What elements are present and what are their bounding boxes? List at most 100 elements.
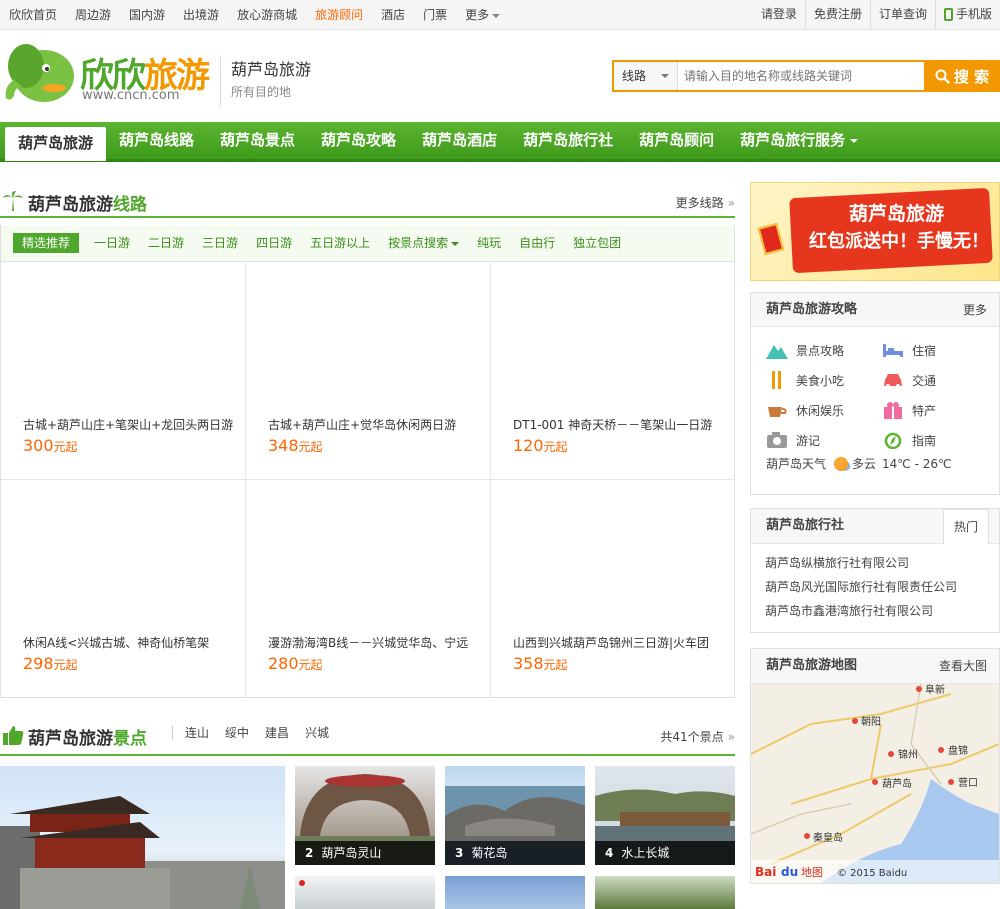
destination-map[interactable]: 阜新 朝阳 锦州 盘锦 葫芦岛 营口 秦皇岛 Bai du 地图 © 2015 … — [751, 684, 999, 883]
filter-2day[interactable]: 二日游 — [139, 233, 193, 253]
map-city-label: 营口 — [958, 776, 978, 789]
logo-url: www.cncn.com — [82, 88, 180, 103]
route-name[interactable]: 古城+葫芦山庄+觉华岛休闲两日游 — [268, 416, 478, 433]
agency-link[interactable]: 葫芦岛风光国际旅行社有限责任公司 — [765, 578, 957, 595]
tab-advisors[interactable]: 葫芦岛顾问 — [626, 122, 727, 159]
guide-link[interactable]: 指南 — [882, 425, 996, 455]
sight-card-thumb[interactable] — [595, 876, 735, 909]
partly-cloudy-icon — [834, 456, 849, 471]
top-bar: 欣欣首页 周边游 国内游 出境游 放心游商城 旅游顾问 酒店 门票 更多 请登录… — [0, 0, 1000, 30]
sight-tag[interactable]: 兴城 — [297, 726, 337, 740]
thumbs-up-icon — [3, 726, 24, 745]
topnav-ticket[interactable]: 门票 — [414, 0, 456, 30]
chevron-down-icon — [451, 241, 460, 250]
guide-link[interactable]: 美食小吃 — [766, 365, 882, 395]
promo-banner[interactable]: 葫芦岛旅游 红包派送中！手慢无！ — [750, 182, 1000, 281]
tab-services[interactable]: 葫芦岛旅行服务 — [727, 122, 871, 159]
route-name[interactable]: 漫游渤海湾B线－－兴城觉华岛、宁远 — [268, 634, 478, 651]
agency-link[interactable]: 葫芦岛纵横旅行社有限公司 — [765, 554, 909, 571]
route-price-value: 120 — [513, 436, 544, 455]
city-subtitle[interactable]: 所有目的地 — [231, 83, 340, 101]
filter-by-sight[interactable]: 按景点搜索 — [379, 233, 468, 253]
sights-title-a: 葫芦岛旅游 — [28, 729, 113, 749]
guide-box: 葫芦岛旅游攻略 更多 景点攻略 住宿 美食小吃 交通 休闲娱乐 特产 游记 指南… — [750, 292, 1000, 495]
search-input[interactable] — [678, 62, 924, 90]
route-name[interactable]: 古城+葫芦山庄+笔架山+龙回头两日游 — [23, 416, 233, 433]
login-link[interactable]: 请登录 — [753, 0, 805, 30]
agency-hot-tab[interactable]: 热门 — [943, 509, 989, 544]
route-card[interactable]: 漫游渤海湾B线－－兴城觉华岛、宁远 280元起 — [246, 480, 491, 697]
route-price: 280元起 — [268, 654, 323, 673]
map-city-label: 锦州 — [898, 748, 918, 761]
guide-link[interactable]: 住宿 — [882, 335, 996, 365]
sight-card-thumb[interactable] — [445, 876, 585, 909]
map-view-large-link[interactable]: 查看大图 — [939, 649, 987, 683]
topnav-home[interactable]: 欣欣首页 — [0, 0, 66, 30]
route-price-unit: 元起 — [543, 658, 568, 672]
route-price-unit: 元起 — [543, 440, 568, 454]
route-card[interactable]: 休闲A线<兴城古城、神奇仙桥笔架 298元起 — [1, 480, 246, 697]
filter-4day[interactable]: 四日游 — [247, 233, 301, 253]
sight-name: 葫芦岛灵山 — [321, 846, 382, 860]
mobile-icon — [943, 8, 953, 21]
sight-card[interactable]: 2 葫芦岛灵山 — [295, 766, 435, 865]
guide-link[interactable]: 休闲娱乐 — [766, 395, 882, 425]
filter-5day-plus[interactable]: 五日游以上 — [301, 233, 379, 253]
tab-overview[interactable]: 葫芦岛旅游 — [5, 127, 107, 161]
map-city-label: 秦皇岛 — [813, 831, 843, 844]
filter-1day[interactable]: 一日游 — [85, 233, 139, 253]
site-logo[interactable]: 欣欣旅游 www.cncn.com — [0, 36, 210, 108]
agency-link[interactable]: 葫芦岛市鑫港湾旅行社有限公司 — [765, 602, 933, 619]
guide-link[interactable]: 游记 — [766, 425, 882, 455]
topnav-mall[interactable]: 放心游商城 — [228, 0, 306, 30]
register-link[interactable]: 免费注册 — [804, 0, 870, 30]
topnav-abroad[interactable]: 出境游 — [174, 0, 228, 30]
featured-sight-photo[interactable] — [0, 766, 285, 909]
sight-card-thumb[interactable] — [295, 876, 435, 909]
filter-pure-play[interactable]: 纯玩 — [468, 233, 510, 253]
sight-tag[interactable]: 绥中 — [217, 726, 257, 740]
more-routes-link[interactable]: 更多线路 — [676, 194, 735, 211]
sight-tag[interactable]: 连山 — [177, 726, 217, 740]
route-name[interactable]: DT1-001 神奇天桥－－笔架山一日游 — [513, 416, 723, 433]
topnav-nearby[interactable]: 周边游 — [66, 0, 120, 30]
route-name[interactable]: 休闲A线<兴城古城、神奇仙桥笔架 — [23, 634, 233, 651]
sight-card[interactable]: 4 水上长城 — [595, 766, 735, 865]
tab-agencies[interactable]: 葫芦岛旅行社 — [510, 122, 626, 159]
city-selector[interactable]: 葫芦岛旅游 所有目的地 — [220, 57, 340, 107]
camera-icon — [767, 432, 787, 448]
sight-card[interactable]: 3 菊花岛 — [445, 766, 585, 865]
filter-3day[interactable]: 三日游 — [193, 233, 247, 253]
order-query-link[interactable]: 订单查询 — [869, 0, 935, 30]
baidu-logo-b: du — [781, 865, 798, 879]
search-button[interactable]: 搜 索 — [924, 60, 1000, 92]
route-card[interactable]: 山西到兴城葫芦岛锦州三日游|火车团 358元起 — [491, 480, 734, 697]
tab-hotels[interactable]: 葫芦岛酒店 — [409, 122, 510, 159]
sight-rank: 4 — [605, 846, 614, 860]
tab-routes[interactable]: 葫芦岛线路 — [106, 122, 207, 159]
search-type-select[interactable]: 线路 — [614, 62, 678, 90]
topnav-hotel[interactable]: 酒店 — [372, 0, 414, 30]
filter-featured[interactable]: 精选推荐 — [13, 233, 80, 253]
routes-title-b: 线路 — [113, 195, 147, 215]
guide-more-link[interactable]: 更多 — [963, 293, 987, 327]
tab-services-label: 葫芦岛旅行服务 — [740, 131, 846, 149]
route-price-value: 280 — [268, 654, 299, 673]
route-name[interactable]: 山西到兴城葫芦岛锦州三日游|火车团 — [513, 634, 723, 651]
guide-link[interactable]: 交通 — [882, 365, 996, 395]
tab-sights[interactable]: 葫芦岛景点 — [207, 122, 308, 159]
filter-free-travel[interactable]: 自由行 — [510, 233, 564, 253]
guide-link[interactable]: 特产 — [882, 395, 996, 425]
topnav-domestic[interactable]: 国内游 — [120, 0, 174, 30]
route-card[interactable]: 古城+葫芦山庄+笔架山+龙回头两日游 300元起 — [1, 262, 246, 480]
mobile-link[interactable]: 手机版 — [934, 0, 1000, 30]
tab-guide[interactable]: 葫芦岛攻略 — [308, 122, 409, 159]
sights-count-link[interactable]: 共41个景点 — [660, 728, 735, 745]
topnav-advisor[interactable]: 旅游顾问 — [306, 0, 372, 30]
guide-link[interactable]: 景点攻略 — [766, 335, 882, 365]
sight-tag[interactable]: 建昌 — [257, 726, 297, 740]
filter-private-group[interactable]: 独立包团 — [564, 233, 630, 253]
topnav-more[interactable]: 更多 — [456, 0, 509, 30]
route-card[interactable]: DT1-001 神奇天桥－－笔架山一日游 120元起 — [491, 262, 734, 480]
route-card[interactable]: 古城+葫芦山庄+觉华岛休闲两日游 348元起 — [246, 262, 491, 480]
